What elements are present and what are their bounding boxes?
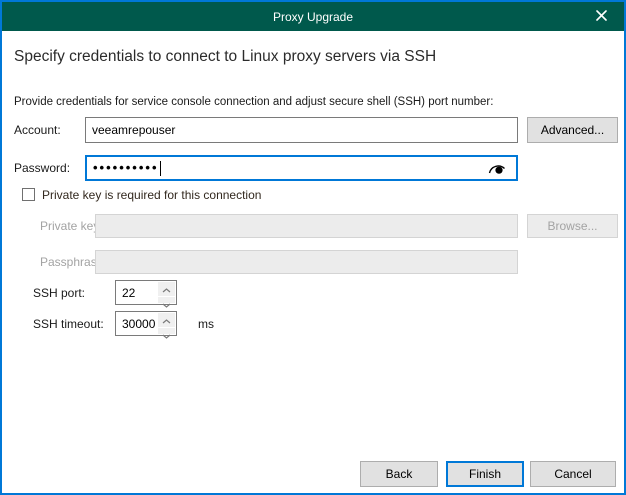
password-masked-value: •••••••••• bbox=[93, 155, 159, 181]
ssh-timeout-label: SSH timeout: bbox=[33, 317, 104, 331]
ssh-timeout-spinner[interactable]: 30000 bbox=[115, 311, 177, 336]
chevron-down-icon bbox=[162, 328, 171, 342]
cancel-button[interactable]: Cancel bbox=[530, 461, 616, 487]
ssh-timeout-unit-label: ms bbox=[198, 317, 214, 331]
private-key-checkbox-label: Private key is required for this connect… bbox=[42, 188, 261, 202]
finish-button[interactable]: Finish bbox=[446, 461, 524, 487]
titlebar: Proxy Upgrade bbox=[2, 2, 624, 31]
password-input[interactable]: •••••••••• bbox=[85, 155, 518, 181]
private-key-checkbox[interactable] bbox=[22, 188, 35, 201]
ssh-timeout-value: 30000 bbox=[122, 317, 155, 331]
ssh-port-spinner[interactable]: 22 bbox=[115, 280, 177, 305]
account-label: Account: bbox=[14, 123, 61, 137]
ssh-port-down-button[interactable] bbox=[158, 297, 175, 311]
account-input[interactable] bbox=[85, 117, 518, 143]
ssh-port-label: SSH port: bbox=[33, 286, 85, 300]
text-caret bbox=[160, 161, 161, 176]
close-button[interactable] bbox=[579, 2, 624, 31]
password-label: Password: bbox=[14, 161, 70, 175]
chevron-up-icon bbox=[162, 313, 171, 327]
back-button[interactable]: Back bbox=[360, 461, 438, 487]
private-key-input bbox=[95, 214, 518, 238]
advanced-button[interactable]: Advanced... bbox=[527, 117, 618, 143]
ssh-port-up-button[interactable] bbox=[158, 282, 175, 297]
chevron-up-icon bbox=[162, 282, 171, 296]
browse-button: Browse... bbox=[527, 214, 618, 238]
ssh-timeout-up-button[interactable] bbox=[158, 313, 175, 328]
ssh-timeout-down-button[interactable] bbox=[158, 328, 175, 342]
private-key-label: Private key: bbox=[40, 219, 103, 233]
window-title: Proxy Upgrade bbox=[273, 10, 353, 24]
instruction-text: Provide credentials for service console … bbox=[14, 96, 493, 108]
reveal-password-icon[interactable] bbox=[486, 160, 508, 176]
proxy-upgrade-dialog: Proxy Upgrade Specify credentials to con… bbox=[0, 0, 626, 495]
page-title: Specify credentials to connect to Linux … bbox=[14, 48, 436, 66]
passphrase-input bbox=[95, 250, 518, 274]
ssh-port-value: 22 bbox=[122, 286, 135, 300]
close-icon bbox=[596, 8, 607, 26]
chevron-down-icon bbox=[162, 297, 171, 311]
